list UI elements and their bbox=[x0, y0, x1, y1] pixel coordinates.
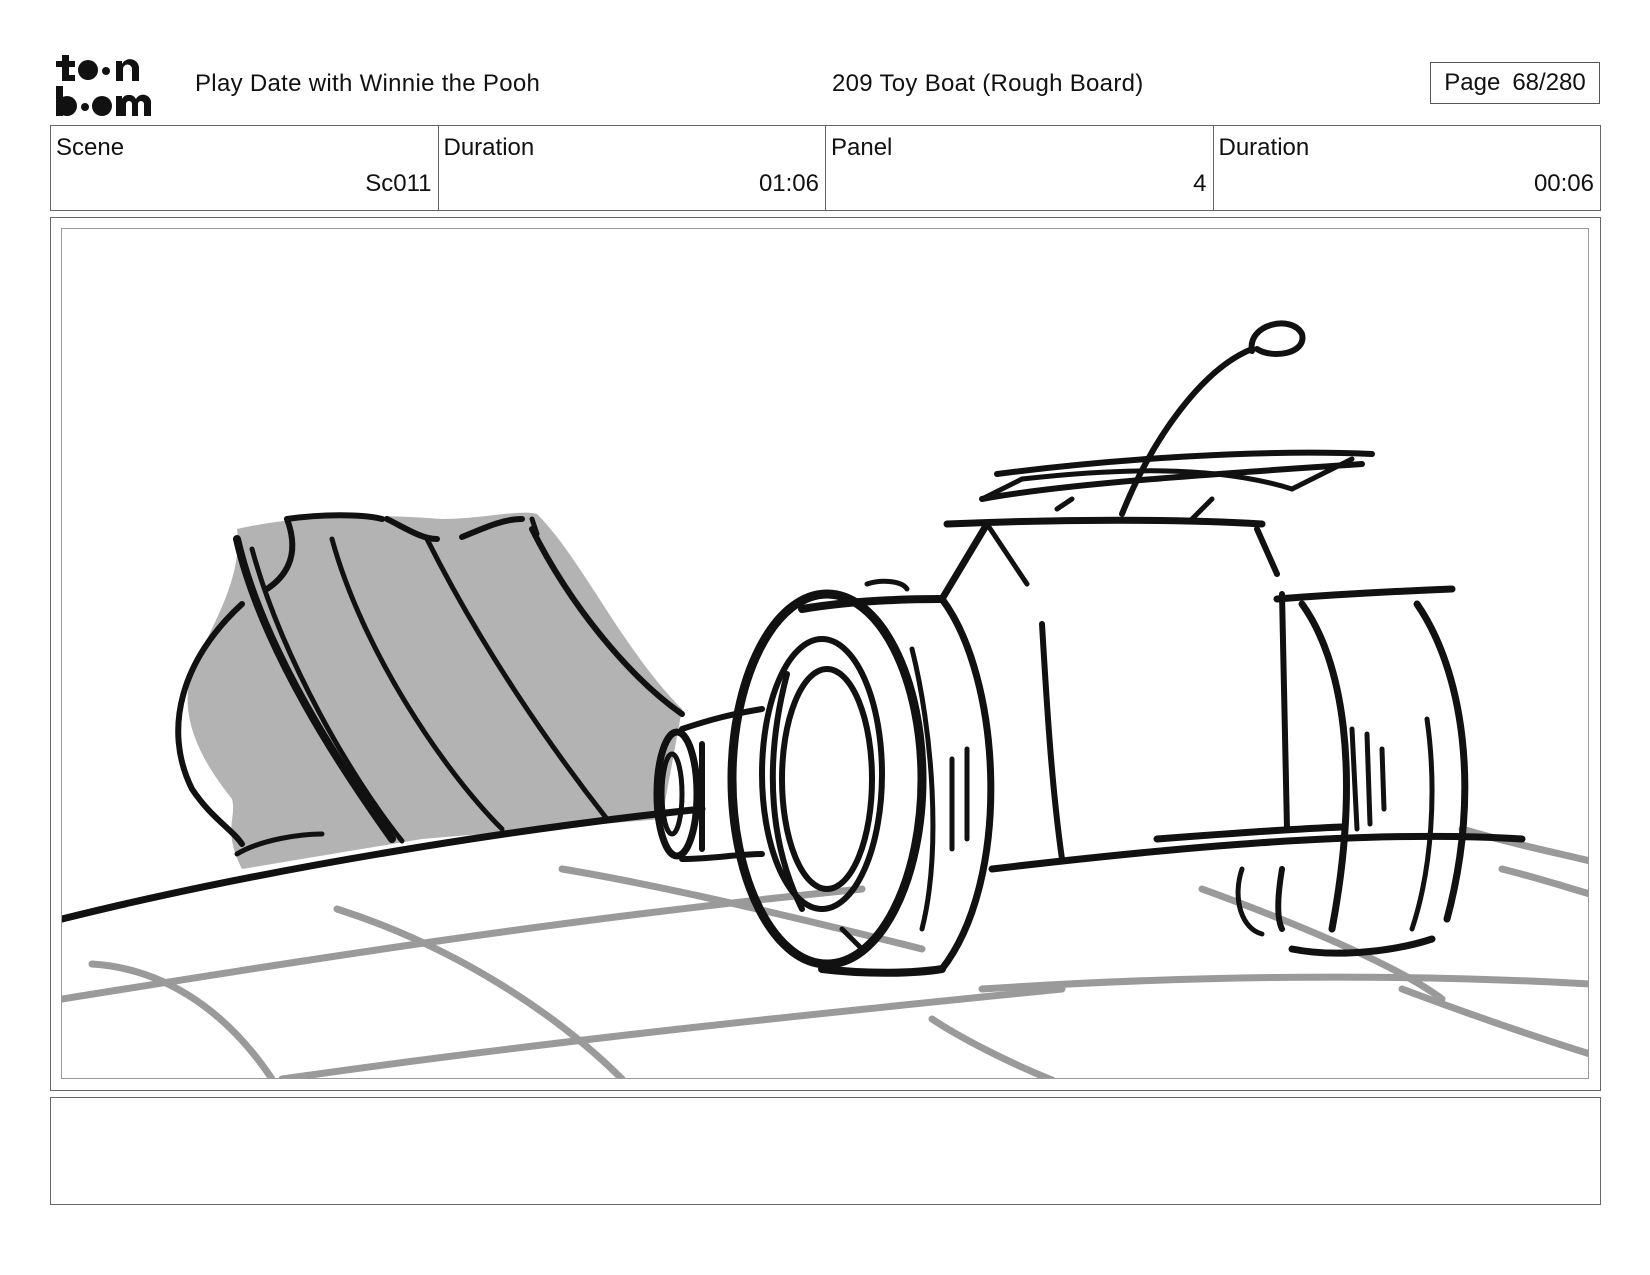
panel-value: 4 bbox=[1193, 170, 1207, 197]
scene-cell: Scene Sc011 bbox=[51, 126, 439, 210]
toon-boom-logo bbox=[52, 52, 170, 118]
panel-notes-box bbox=[50, 1097, 1601, 1205]
logo-graphic bbox=[56, 55, 152, 116]
shadow-shape bbox=[187, 512, 683, 869]
scene-label: Scene bbox=[56, 134, 125, 161]
panel-label: Panel bbox=[831, 134, 893, 161]
show-title: Play Date with Winnie the Pooh bbox=[195, 70, 541, 97]
scene-info-row: Scene Sc011 Duration 01:06 Panel 4 Durat… bbox=[50, 125, 1601, 211]
storyboard-panel-frame bbox=[50, 217, 1601, 1091]
panel-cell: Panel 4 bbox=[826, 126, 1214, 210]
panel-duration-value: 00:06 bbox=[1533, 170, 1594, 197]
scene-duration-value: 01:06 bbox=[758, 170, 819, 197]
panel-duration-label: Duration bbox=[1218, 134, 1310, 161]
episode-title: 209 Toy Boat (Rough Board) bbox=[832, 70, 1144, 97]
storyboard-panel-image bbox=[61, 228, 1589, 1079]
page-value: 68/280 bbox=[1512, 69, 1586, 96]
scene-duration-label: Duration bbox=[443, 134, 535, 161]
sketch-drawing bbox=[62, 320, 1588, 1078]
scene-value: Sc011 bbox=[365, 170, 432, 197]
page-indicator: Page 68/280 bbox=[1430, 62, 1600, 104]
page-label: Page bbox=[1444, 69, 1501, 96]
scene-duration-cell: Duration 01:06 bbox=[439, 126, 826, 210]
panel-duration-cell: Duration 00:06 bbox=[1214, 126, 1601, 210]
